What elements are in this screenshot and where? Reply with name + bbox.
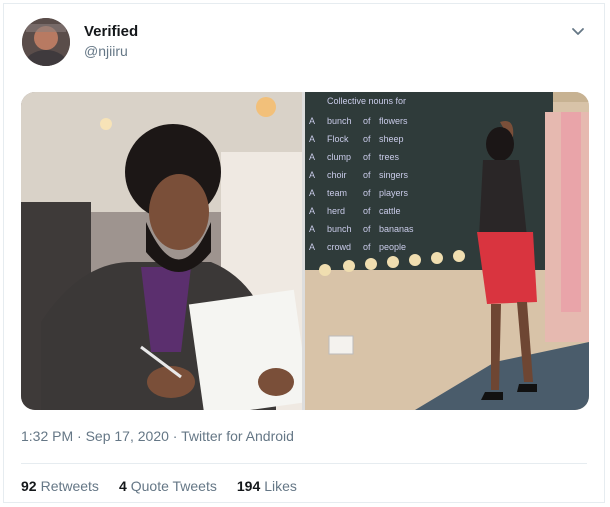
divider — [21, 463, 587, 464]
tweet-media[interactable]: Collective nouns for A bunch of flowers … — [21, 92, 589, 410]
chalk-article: A — [309, 242, 315, 252]
chalk-item: players — [379, 188, 409, 198]
display-name[interactable]: Verified — [84, 23, 138, 40]
chalk-item: bananas — [379, 224, 414, 234]
chalk-noun: bunch — [327, 116, 352, 126]
chalk-noun: herd — [327, 206, 345, 216]
tweet-card: Verified @njiiru Collective nouns for A … — [3, 3, 605, 503]
chalk-article: A — [309, 134, 315, 144]
tweet-date[interactable]: Sep 17, 2020 — [86, 428, 169, 444]
chalk-of: of — [363, 134, 371, 144]
chalk-article: A — [309, 170, 315, 180]
chalk-of: of — [363, 170, 371, 180]
retweets-label: Retweets — [40, 478, 99, 494]
likes-stat[interactable]: 194 Likes — [237, 478, 297, 494]
tweet-source[interactable]: Twitter for Android — [181, 428, 294, 444]
chalk-noun: bunch — [327, 224, 352, 234]
chalk-article: A — [309, 206, 315, 216]
user-handle[interactable]: @njiiru — [84, 43, 128, 59]
chalk-noun: choir — [327, 170, 347, 180]
chalk-article: A — [309, 116, 315, 126]
chalk-item: sheep — [379, 134, 404, 144]
chalk-noun: Flock — [327, 134, 349, 144]
tweet-stats: 92 Retweets 4 Quote Tweets 194 Likes — [21, 478, 297, 494]
chalk-noun: crowd — [327, 242, 351, 252]
retweets-stat[interactable]: 92 Retweets — [21, 478, 99, 494]
quote-label: Quote Tweets — [130, 478, 217, 494]
chevron-down-icon[interactable] — [569, 22, 587, 40]
chalk-of: of — [363, 242, 371, 252]
chalk-article: A — [309, 224, 315, 234]
chalk-noun: clump — [327, 152, 351, 162]
tweet-time[interactable]: 1:32 PM — [21, 428, 73, 444]
chalk-of: of — [363, 188, 371, 198]
chalk-item: people — [379, 242, 406, 252]
meta-separator: · — [168, 428, 182, 444]
tweet-meta: 1:32 PM · Sep 17, 2020 · Twitter for And… — [21, 428, 294, 444]
chalk-of: of — [363, 116, 371, 126]
likes-label: Likes — [264, 478, 297, 494]
quote-tweets-stat[interactable]: 4 Quote Tweets — [119, 478, 217, 494]
chalk-item: cattle — [379, 206, 401, 216]
quote-count: 4 — [118, 478, 127, 494]
avatar[interactable] — [22, 18, 70, 66]
meta-separator: · — [73, 428, 86, 444]
chalk-of: of — [363, 152, 371, 162]
chalk-article: A — [309, 188, 315, 198]
likes-count: 194 — [236, 478, 261, 494]
chalk-item: flowers — [379, 116, 408, 126]
chalk-article: A — [309, 152, 315, 162]
avatar-image — [22, 18, 70, 66]
chalkboard-title: Collective nouns for — [327, 96, 406, 106]
retweets-count: 92 — [21, 478, 37, 494]
chalk-item: singers — [379, 170, 409, 180]
chalk-noun: team — [327, 188, 347, 198]
chalk-of: of — [363, 206, 371, 216]
chalk-item: trees — [379, 152, 400, 162]
chalk-of: of — [363, 224, 371, 234]
photo-teacher-chalkboard[interactable]: Collective nouns for A bunch of flowers … — [305, 92, 589, 410]
photo-bearded-man[interactable] — [21, 92, 302, 410]
